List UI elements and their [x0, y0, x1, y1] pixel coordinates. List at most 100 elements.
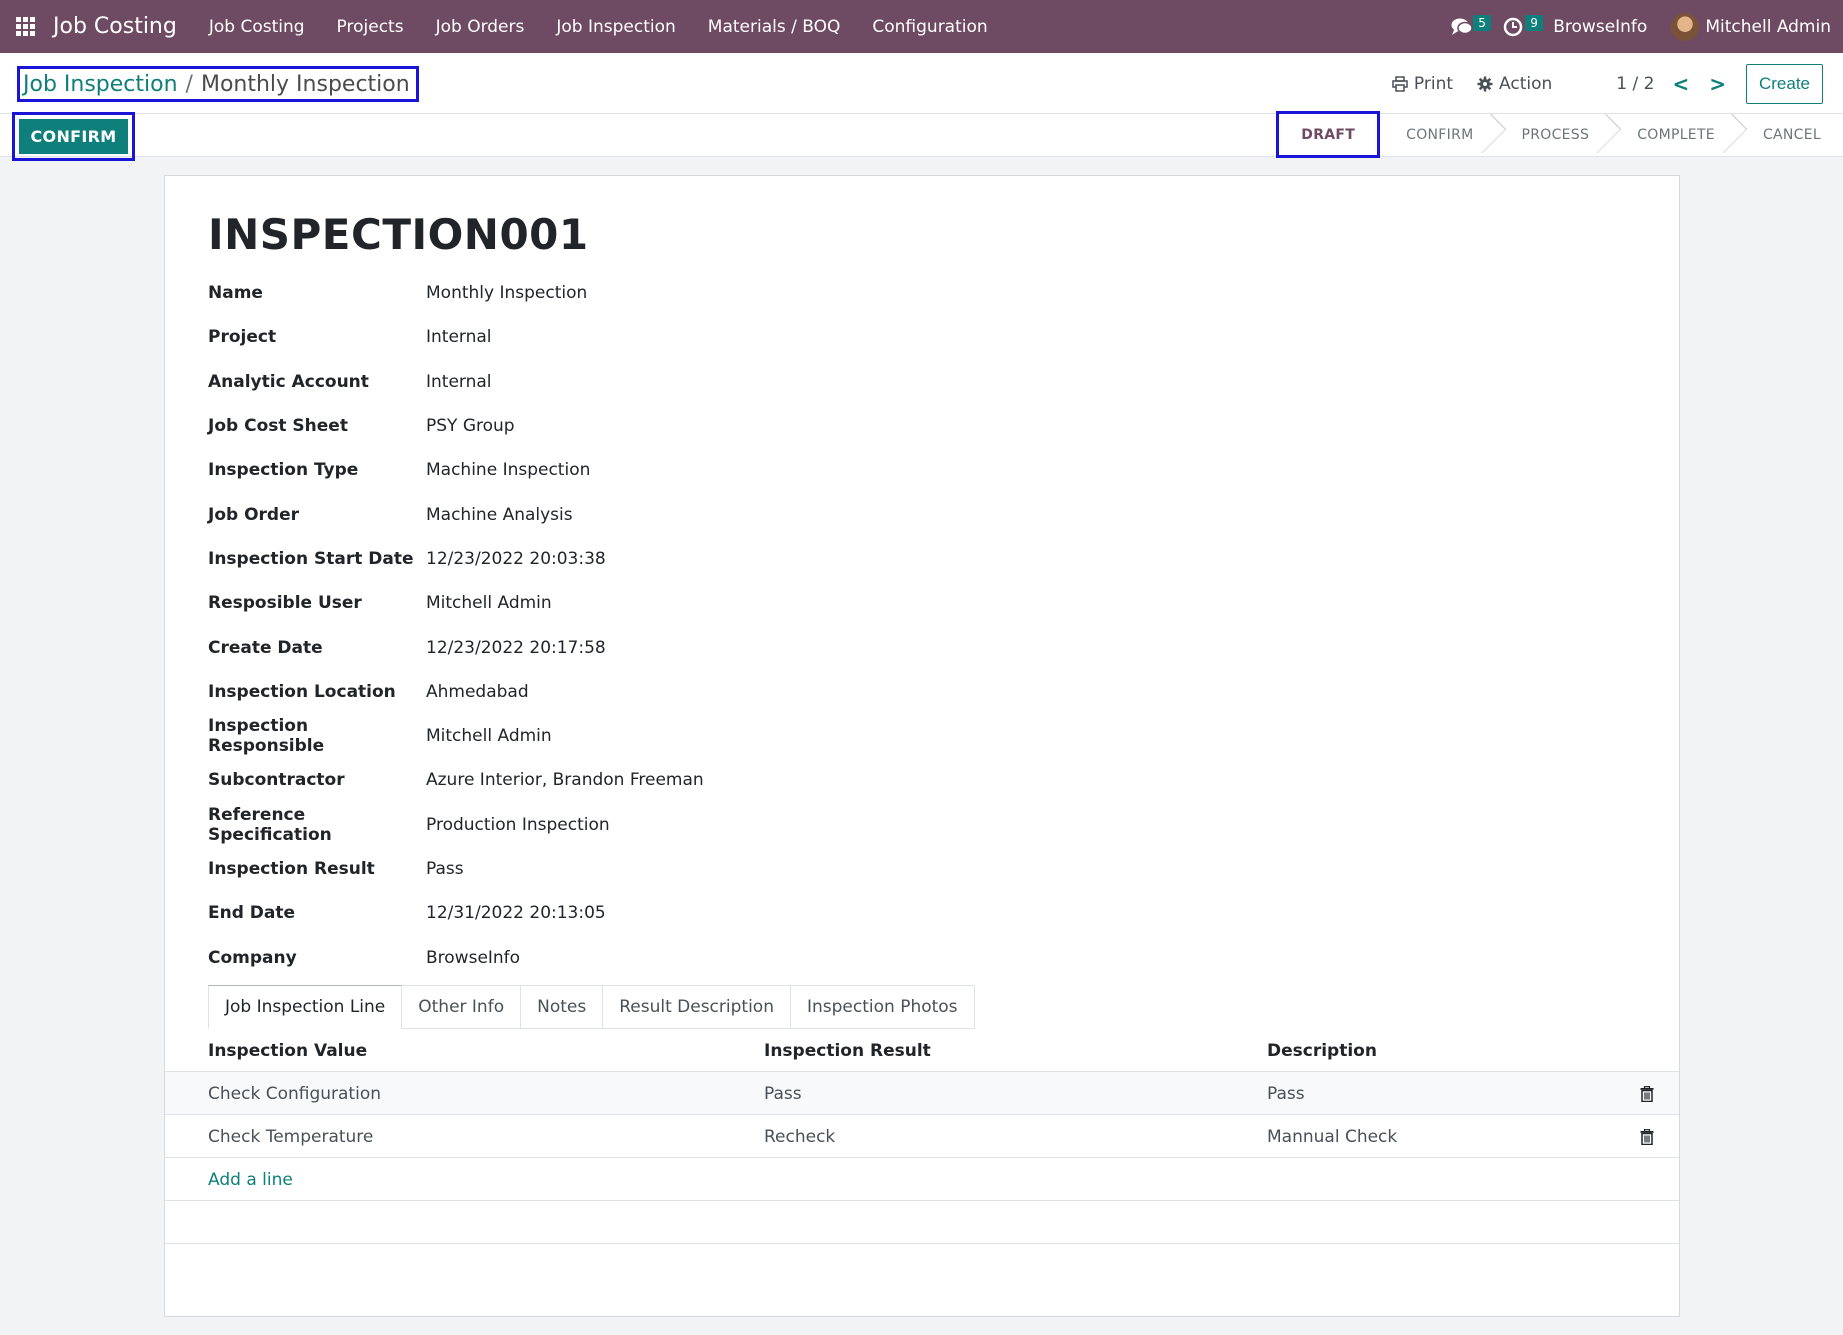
chat-icon: [1451, 18, 1473, 35]
cell-description[interactable]: Pass: [1267, 1072, 1305, 1115]
field-label: Resposible User: [208, 593, 362, 614]
stage-process[interactable]: PROCESS: [1496, 113, 1612, 156]
avatar[interactable]: [1671, 12, 1700, 41]
menu-projects[interactable]: Projects: [321, 17, 420, 37]
field-row-subcontractor: Subcontractor Azure Interior, Brandon Fre…: [208, 758, 704, 802]
stage-confirm[interactable]: CONFIRM: [1380, 113, 1495, 156]
field-label: Inspection Start Date: [208, 548, 414, 569]
field-row-inspection-result: Inspection Result Pass: [208, 847, 704, 891]
clock-icon: [1504, 17, 1523, 36]
gear-icon: [1477, 76, 1493, 92]
pager-next-icon[interactable]: >: [1709, 72, 1726, 96]
add-line-row: Add a line: [165, 1158, 1679, 1201]
breadcrumb-separator: /: [185, 71, 193, 97]
tab-inspection-photos[interactable]: Inspection Photos: [790, 985, 975, 1029]
activities-button[interactable]: 9: [1503, 14, 1543, 37]
trash-icon: [1640, 1085, 1654, 1102]
field-label: Inspection Result: [208, 859, 375, 879]
field-value[interactable]: Pass: [426, 859, 464, 879]
form-sheet: INSPECTION001 Name Monthly Inspection Pro…: [164, 175, 1680, 1317]
menu-configuration[interactable]: Configuration: [856, 17, 1003, 37]
breadcrumb: Job Inspection / Monthly Inspection: [17, 66, 419, 102]
field-value[interactable]: PSY Group: [426, 416, 515, 436]
trash-icon: [1640, 1128, 1654, 1145]
pager-previous-icon[interactable]: <: [1672, 72, 1689, 96]
confirm-button[interactable]: CONFIRM: [19, 119, 128, 154]
status-bar: DRAFT CONFIRM PROCESS COMPLETE CANCEL: [1276, 111, 1843, 158]
breadcrumb-parent-link[interactable]: Job Inspection: [23, 72, 178, 97]
stage-complete[interactable]: COMPLETE: [1611, 113, 1737, 156]
field-value[interactable]: Mitchell Admin: [426, 593, 552, 613]
apps-grid-icon[interactable]: [16, 16, 36, 37]
menu-job-inspection[interactable]: Job Inspection: [540, 17, 691, 37]
tab-other-info[interactable]: Other Info: [402, 985, 522, 1029]
field-label: Subcontractor: [208, 770, 345, 791]
field-value[interactable]: Production Inspection: [426, 815, 610, 835]
field-row-create-date: Create Date 12/23/2022 20:17:58: [208, 625, 704, 669]
create-button[interactable]: Create: [1745, 64, 1823, 104]
column-header-description[interactable]: Description: [1267, 1029, 1377, 1072]
cell-inspection-result[interactable]: Recheck: [764, 1115, 835, 1158]
field-row-inspection-responsible: Inspection Responsible Mitchell Admin: [208, 714, 704, 758]
action-button[interactable]: Action: [1477, 74, 1552, 94]
print-button[interactable]: Print: [1392, 74, 1453, 94]
field-label: Job Order: [208, 504, 300, 525]
tab-notes[interactable]: Notes: [521, 985, 604, 1029]
field-row-job-order: Job Order Machine Analysis: [208, 492, 704, 536]
field-row-company: Company BrowseInfo: [208, 935, 704, 979]
stage-cancel[interactable]: CANCEL: [1737, 113, 1843, 156]
field-label: Inspection Location: [208, 681, 396, 702]
tab-result-description[interactable]: Result Description: [603, 985, 791, 1029]
field-label: Job Cost Sheet: [208, 416, 348, 437]
activities-count-badge: 9: [1525, 14, 1543, 31]
tab-job-inspection-line[interactable]: Job Inspection Line: [208, 985, 403, 1029]
field-row-reference-specification: Reference Specification Production Inspec…: [208, 803, 704, 847]
menu-job-orders[interactable]: Job Orders: [420, 17, 541, 37]
app-brand[interactable]: Job Costing: [53, 14, 177, 39]
column-header-inspection-result[interactable]: Inspection Result: [764, 1029, 931, 1072]
delete-row-button[interactable]: [1640, 1072, 1654, 1115]
company-switcher[interactable]: BrowseInfo: [1553, 17, 1647, 37]
cell-inspection-result[interactable]: Pass: [764, 1072, 802, 1115]
field-value[interactable]: 12/23/2022 20:17:58: [426, 638, 606, 658]
top-navbar: Job Costing Job Costing Projects Job Ord…: [0, 0, 1843, 53]
field-value[interactable]: Internal: [426, 372, 492, 392]
field-value[interactable]: 12/31/2022 20:13:05: [426, 903, 606, 923]
field-value[interactable]: Mitchell Admin: [426, 726, 552, 746]
field-value[interactable]: Ahmedabad: [426, 682, 529, 702]
field-value[interactable]: Monthly Inspection: [426, 283, 587, 303]
field-label: Inspection Responsible: [208, 716, 325, 757]
messages-button[interactable]: 5: [1451, 14, 1491, 37]
notebook-tabs: Job Inspection Line Other Info Notes Res…: [208, 985, 975, 1029]
field-value[interactable]: 12/23/2022 20:03:38: [426, 549, 606, 569]
field-label: Company: [208, 947, 297, 968]
field-value[interactable]: Machine Analysis: [426, 505, 573, 525]
field-row-start-date: Inspection Start Date 12/23/2022 20:03:38: [208, 537, 704, 581]
field-value[interactable]: Azure Interior, Brandon Freeman: [426, 770, 704, 790]
user-menu[interactable]: Mitchell Admin: [1705, 17, 1831, 37]
field-row-job-cost-sheet: Job Cost Sheet PSY Group: [208, 404, 704, 448]
cell-inspection-value[interactable]: Check Configuration: [208, 1072, 381, 1115]
add-line-link[interactable]: Add a line: [208, 1158, 293, 1201]
field-label: Reference Specification: [208, 804, 332, 845]
pager-value[interactable]: 1 / 2: [1616, 74, 1654, 94]
delete-row-button[interactable]: [1640, 1115, 1654, 1158]
field-value[interactable]: BrowseInfo: [426, 948, 520, 968]
stage-draft[interactable]: DRAFT: [1276, 111, 1381, 158]
messages-count-badge: 5: [1473, 14, 1491, 31]
column-header-inspection-value[interactable]: Inspection Value: [208, 1029, 367, 1072]
menu-job-costing[interactable]: Job Costing: [193, 17, 321, 37]
field-value[interactable]: Machine Inspection: [426, 460, 590, 480]
table-header: Inspection Value Inspection Result Descr…: [165, 1029, 1679, 1072]
field-label: Create Date: [208, 637, 323, 658]
record-title: INSPECTION001: [208, 210, 589, 259]
menu-materials-boq[interactable]: Materials / BOQ: [692, 17, 857, 37]
inspection-lines-table: Inspection Value Inspection Result Descr…: [165, 1029, 1679, 1244]
cell-description[interactable]: Mannual Check: [1267, 1115, 1397, 1158]
table-row[interactable]: Check Temperature Recheck Mannual Check: [165, 1115, 1679, 1158]
table-row[interactable]: Check Configuration Pass Pass: [165, 1072, 1679, 1115]
field-row-name: Name Monthly Inspection: [208, 271, 704, 315]
confirm-button-highlight: CONFIRM: [12, 112, 135, 161]
field-value[interactable]: Internal: [426, 327, 492, 347]
cell-inspection-value[interactable]: Check Temperature: [208, 1115, 373, 1158]
